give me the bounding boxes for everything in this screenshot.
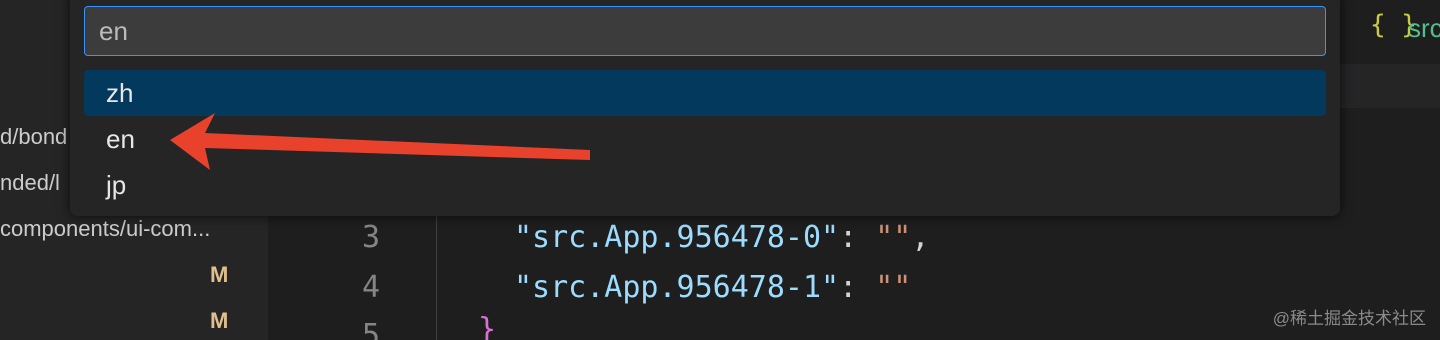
quick-pick-item-zh[interactable]: zh <box>84 70 1326 116</box>
closing-brace: } <box>478 312 497 340</box>
explorer-item[interactable]: components/ui-com... <box>0 216 262 242</box>
json-colon: : <box>839 220 876 255</box>
json-comma: , <box>911 220 930 255</box>
explorer-item[interactable]: d/bond <box>0 124 72 150</box>
line-number: 3 <box>361 220 380 255</box>
json-key: "src.App.956478-0" <box>514 220 840 255</box>
line-number: 4 <box>361 270 380 305</box>
quick-pick-input[interactable] <box>84 6 1326 56</box>
json-key: "src.App.956478-1" <box>514 270 840 305</box>
quick-pick-item-jp[interactable]: jp <box>84 162 1326 208</box>
watermark: @稀土掘金技术社区 <box>1272 309 1426 328</box>
quick-pick-item-en[interactable]: en <box>84 116 1326 162</box>
json-colon: : <box>839 270 876 305</box>
json-value: "" <box>875 220 912 255</box>
explorer-item[interactable]: nded/l <box>0 170 72 196</box>
quick-pick-dialog: zh en jp <box>70 0 1340 216</box>
editor-tab-label[interactable]: src <box>1408 13 1440 44</box>
git-modified-badge: M <box>210 308 229 333</box>
line-number: 5 <box>361 318 380 340</box>
indent-guide <box>436 200 437 340</box>
code-line[interactable]: "src.App.956478-0": "", <box>514 220 929 255</box>
json-value: "" <box>875 270 912 305</box>
git-modified-badge: M <box>210 262 229 287</box>
code-line[interactable]: "src.App.956478-1": "" <box>514 270 911 305</box>
